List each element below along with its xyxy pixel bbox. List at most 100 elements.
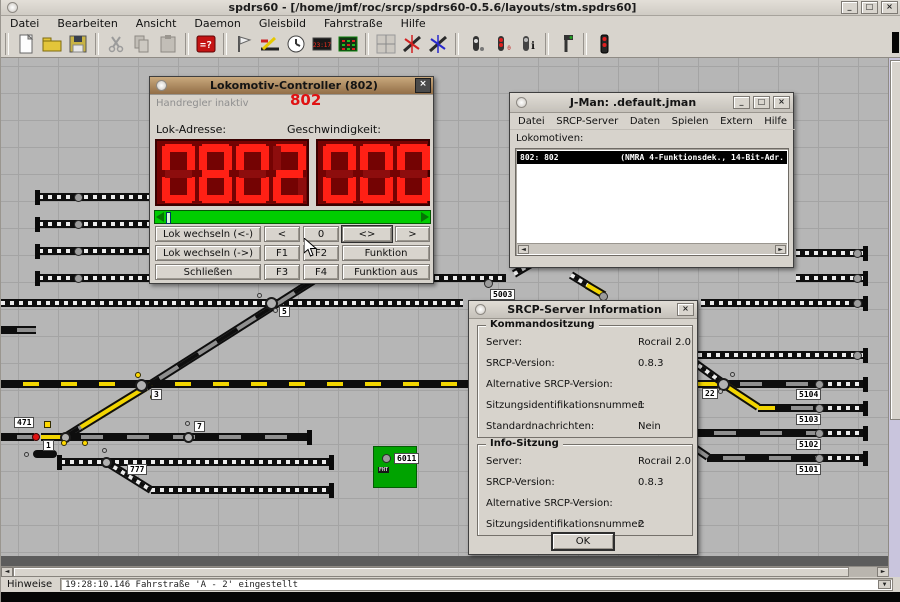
switch-circle[interactable] xyxy=(183,432,194,443)
signal-info-icon[interactable]: i xyxy=(516,32,540,56)
jman-menu-item-extern[interactable]: Extern xyxy=(720,116,753,127)
minimize-button[interactable]: _ xyxy=(733,96,750,109)
track-node[interactable] xyxy=(853,249,862,258)
led-panel-icon[interactable] xyxy=(336,32,360,56)
window-menu-icon[interactable] xyxy=(475,304,486,315)
track-segment[interactable] xyxy=(819,454,865,462)
track-node[interactable] xyxy=(74,274,83,283)
horizontal-scrollbar-thumb[interactable] xyxy=(13,567,849,577)
track-node[interactable] xyxy=(815,429,824,438)
signal-shunt-icon[interactable] xyxy=(464,32,488,56)
jman-menu-item-datei[interactable]: Datei xyxy=(518,116,545,127)
close-button[interactable]: × xyxy=(677,303,694,316)
controller-button[interactable]: Funktion aus xyxy=(342,264,430,280)
menu-item-datei[interactable]: Datei xyxy=(10,17,39,30)
track-segment[interactable] xyxy=(819,380,865,388)
indicator-dot[interactable] xyxy=(24,452,29,457)
grid-icon[interactable] xyxy=(374,32,398,56)
semaphore-pole-icon[interactable] xyxy=(554,32,578,56)
signal-column-icon[interactable] xyxy=(592,32,616,56)
slider-left-arrow-icon[interactable] xyxy=(156,212,164,222)
menu-item-ansicht[interactable]: Ansicht xyxy=(136,17,177,30)
controller-button[interactable]: Funktion xyxy=(342,245,430,261)
controller-button[interactable]: Lok wechseln (<-) xyxy=(155,226,261,242)
track-segment[interactable] xyxy=(707,454,819,462)
scroll-left-icon[interactable]: ◄ xyxy=(518,245,529,254)
track-segment[interactable] xyxy=(1,433,34,441)
digital-clock-icon[interactable]: 23:17 xyxy=(310,32,334,56)
track-segment[interactable] xyxy=(698,351,866,359)
jman-menu-item-srcp-server[interactable]: SRCP-Server xyxy=(556,116,618,127)
controller-button[interactable]: < xyxy=(264,226,300,242)
controller-button[interactable]: <> xyxy=(342,226,392,242)
track-diagonal[interactable] xyxy=(144,278,315,391)
list-horizontal-scrollbar[interactable]: ◄ ► xyxy=(517,243,787,254)
slider-handle[interactable] xyxy=(166,212,171,224)
indicator-dot[interactable] xyxy=(273,308,278,313)
menu-item-hilfe[interactable]: Hilfe xyxy=(401,17,426,30)
controller-button[interactable]: F4 xyxy=(303,264,339,280)
new-file-icon[interactable] xyxy=(14,32,38,56)
switch-circle[interactable] xyxy=(101,457,112,468)
menu-item-daemon[interactable]: Daemon xyxy=(194,17,240,30)
track-node[interactable] xyxy=(815,454,824,463)
controller-button[interactable]: F1 xyxy=(264,245,300,261)
controller-button[interactable]: Schließen xyxy=(155,264,261,280)
track-segment[interactable] xyxy=(1,299,463,307)
track-node[interactable] xyxy=(853,274,862,283)
close-icon[interactable]: × xyxy=(415,78,431,93)
status-dropdown-icon[interactable]: ▼ xyxy=(878,580,891,589)
indicator-dot[interactable] xyxy=(102,448,107,453)
jman-menu-item-spielen[interactable]: Spielen xyxy=(672,116,709,127)
track-segment[interactable] xyxy=(698,429,819,437)
indicator-dot[interactable] xyxy=(730,372,735,377)
track-segment[interactable] xyxy=(1,380,468,388)
track-segment[interactable] xyxy=(775,404,819,412)
scroll-left-icon[interactable]: ◄ xyxy=(1,567,13,577)
track-segment[interactable] xyxy=(151,486,333,494)
jman-menu-item-hilfe[interactable]: Hilfe xyxy=(764,116,787,127)
close-button[interactable]: × xyxy=(881,1,898,14)
jman-menu-item-daten[interactable]: Daten xyxy=(630,116,660,127)
controller-button[interactable]: > xyxy=(395,226,430,242)
occupied-block[interactable]: 6011FHT xyxy=(373,446,417,488)
controller-button[interactable]: F3 xyxy=(264,264,300,280)
indicator-dot[interactable] xyxy=(718,389,723,394)
track-node[interactable] xyxy=(484,279,493,288)
track-node[interactable] xyxy=(74,247,83,256)
track-node[interactable] xyxy=(382,454,391,463)
save-file-icon[interactable] xyxy=(66,32,90,56)
maximize-button[interactable]: □ xyxy=(861,1,878,14)
track-edit-red-icon[interactable] xyxy=(400,32,424,56)
slider-right-arrow-icon[interactable] xyxy=(421,212,429,222)
vertical-scrollbar-thumb[interactable] xyxy=(890,60,900,420)
window-menu-icon[interactable] xyxy=(156,80,167,91)
track-node[interactable] xyxy=(815,380,824,389)
window-menu-icon[interactable] xyxy=(516,97,527,108)
track-segment[interactable] xyxy=(758,404,775,412)
menu-item-fahrstraße[interactable]: Fahrstraße xyxy=(324,17,383,30)
status-message-field[interactable]: 19:28:10.146 Fahrstraße 'A - 2' eingeste… xyxy=(60,578,893,591)
loco-list[interactable]: 802: 802 (NMRA 4-Funktionsdek., 14-Bit-A… xyxy=(515,148,789,256)
close-button[interactable]: × xyxy=(773,96,790,109)
clock-icon[interactable] xyxy=(284,32,308,56)
track-segment[interactable] xyxy=(701,299,866,307)
speed-slider[interactable] xyxy=(154,210,431,224)
menu-item-bearbeiten[interactable]: Bearbeiten xyxy=(57,17,117,30)
indicator-dot[interactable] xyxy=(257,293,262,298)
window-menu-icon[interactable] xyxy=(7,2,18,13)
track-segment[interactable] xyxy=(819,429,865,437)
track-edit-blue-icon[interactable] xyxy=(426,32,450,56)
controller-button[interactable]: Lok wechseln (->) xyxy=(155,245,261,261)
track-segment[interactable] xyxy=(724,380,819,388)
signal-main-icon[interactable]: 0 xyxy=(490,32,514,56)
track-segment[interactable] xyxy=(819,404,865,412)
track-node[interactable] xyxy=(815,404,824,413)
track-segment[interactable] xyxy=(1,326,36,334)
properties-icon[interactable]: =? xyxy=(194,32,218,56)
ok-button[interactable]: OK xyxy=(551,532,615,551)
menu-item-gleisbild[interactable]: Gleisbild xyxy=(259,17,306,30)
minimize-button[interactable]: _ xyxy=(841,1,858,14)
signal-flag-icon[interactable] xyxy=(232,32,256,56)
horizontal-scrollbar[interactable]: ◄ ► xyxy=(1,566,889,577)
